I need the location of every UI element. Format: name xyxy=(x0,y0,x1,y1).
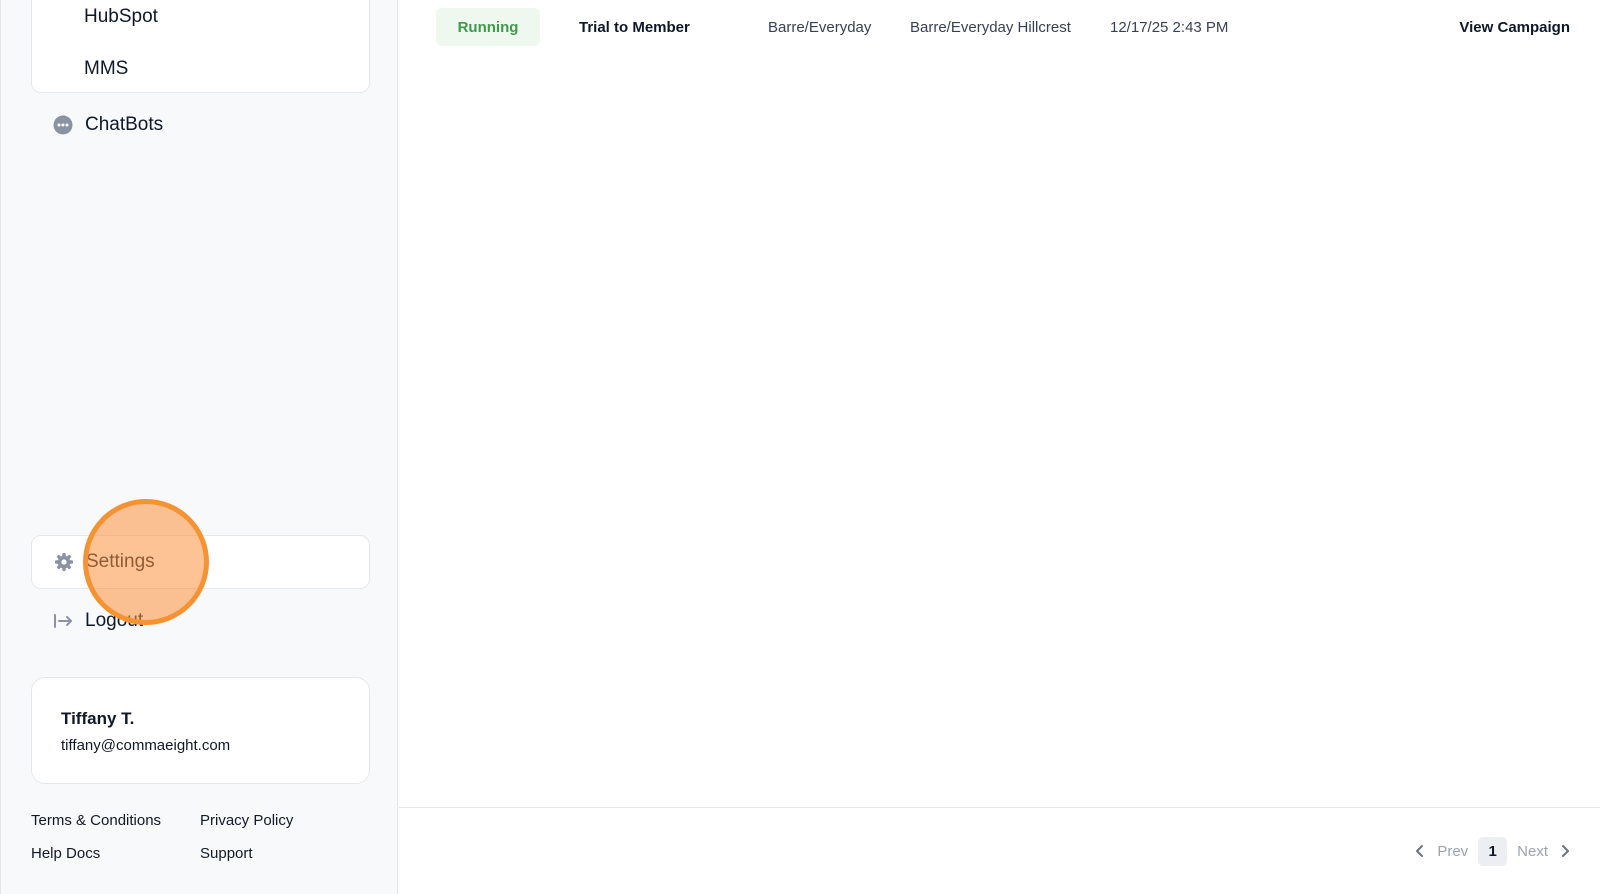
terms-link[interactable]: Terms & Conditions xyxy=(31,812,161,829)
user-name: Tiffany T. xyxy=(61,709,135,728)
table-row: Running Trial to Member Barre/Everyday B… xyxy=(399,8,1600,46)
next-page-button[interactable]: Next xyxy=(1517,843,1548,860)
submenu-item-hubspot[interactable]: HubSpot xyxy=(84,6,158,28)
help-docs-link[interactable]: Help Docs xyxy=(31,845,100,862)
page-number-current[interactable]: 1 xyxy=(1478,836,1508,866)
privacy-link[interactable]: Privacy Policy xyxy=(200,812,293,829)
chevron-right-icon[interactable] xyxy=(1556,842,1574,860)
pagination-bar: Prev 1 Next xyxy=(399,807,1600,894)
campaign-date: 12/17/25 2:43 PM xyxy=(1110,18,1229,36)
user-card[interactable]: Tiffany T. tiffany@commaeight.com xyxy=(31,677,370,784)
nav-label-logout: Logout xyxy=(85,610,144,631)
campaign-name[interactable]: Trial to Member xyxy=(579,8,690,46)
nav-item-chatbots[interactable]: ChatBots xyxy=(31,98,370,152)
nav-label-chatbots: ChatBots xyxy=(85,114,164,135)
status-badge: Running xyxy=(436,8,540,46)
nav-item-settings[interactable]: Settings xyxy=(31,535,370,589)
gear-icon xyxy=(54,552,74,572)
nav-item-logout[interactable]: Logout xyxy=(31,594,370,648)
chevron-left-icon[interactable] xyxy=(1411,842,1429,860)
app-root: HubSpot MMS ChatBots Settings Logout Tif… xyxy=(0,0,1600,894)
chat-bubble-icon xyxy=(53,115,73,135)
submenu-item-mms[interactable]: MMS xyxy=(84,58,128,80)
user-email: tiffany@commaeight.com xyxy=(61,737,231,754)
campaign-program: Barre/Everyday xyxy=(768,18,872,36)
pagination: Prev 1 Next xyxy=(1411,836,1574,866)
prev-page-button[interactable]: Prev xyxy=(1437,843,1468,860)
sidebar: HubSpot MMS ChatBots Settings Logout Tif… xyxy=(0,0,398,894)
logout-arrow-icon xyxy=(53,611,73,631)
submenu-card: HubSpot MMS xyxy=(31,0,370,93)
support-link[interactable]: Support xyxy=(200,845,253,862)
main-content: Running Trial to Member Barre/Everyday B… xyxy=(399,0,1600,894)
campaign-location: Barre/Everyday Hillcrest xyxy=(910,18,1071,36)
view-campaign-link[interactable]: View Campaign xyxy=(1459,8,1570,46)
nav-label-settings: Settings xyxy=(86,551,155,572)
